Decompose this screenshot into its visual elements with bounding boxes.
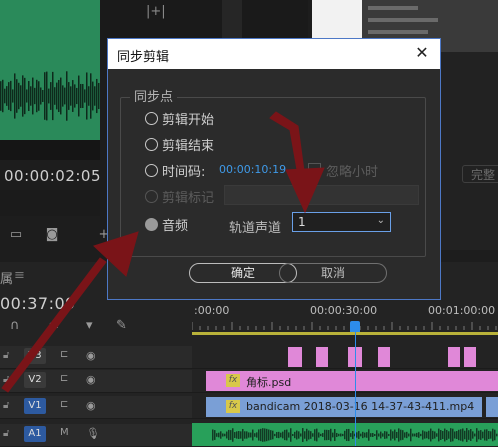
- arrow-to-audio-radio: [1, 231, 139, 393]
- annotation-arrows: [1, 111, 325, 393]
- arrow-to-track-select: [269, 111, 325, 214]
